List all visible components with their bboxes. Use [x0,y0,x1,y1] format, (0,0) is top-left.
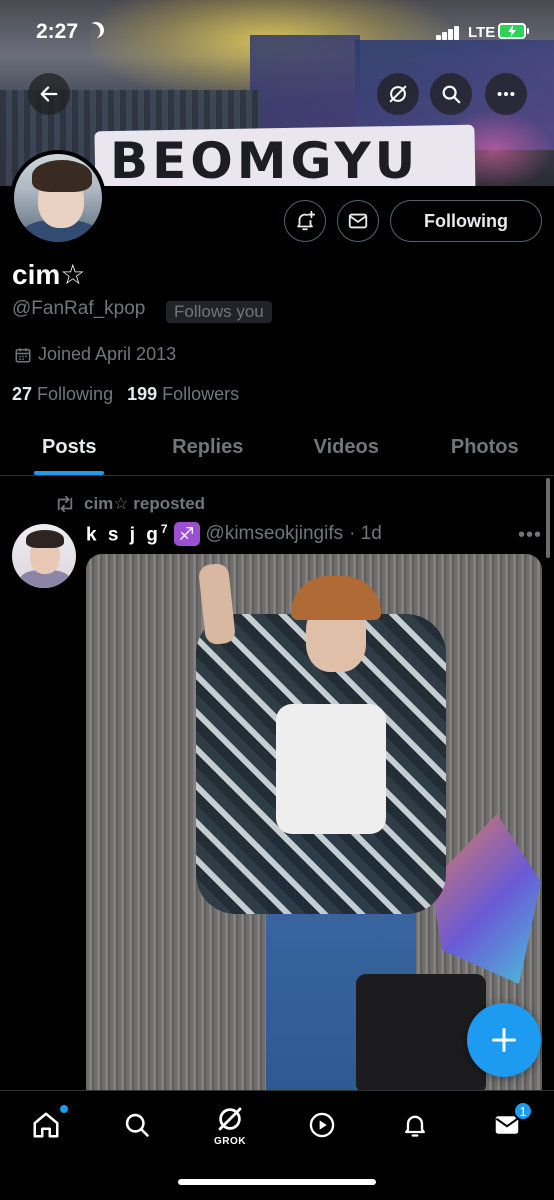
calendar-icon [15,347,31,362]
status-bar: 2:27 LTE [0,0,554,64]
nav-video[interactable] [292,1103,352,1147]
grok-button[interactable] [377,73,419,115]
play-icon [309,1112,335,1138]
profile-tabs: Posts Replies Videos Photos [0,420,554,476]
back-button[interactable] [28,73,70,115]
sagittarius-icon: ♐ [173,522,200,547]
arrow-left-icon [40,86,58,102]
post-author-name-sup: 7 [160,522,168,536]
display-name: cim☆ [12,259,86,290]
grok-icon [389,85,407,103]
repost-icon [57,495,73,513]
joined-date: Joined April 2013 [14,344,176,365]
following-count: 27 [12,384,33,404]
nav-messages[interactable]: 1 [477,1101,537,1147]
battery-icon [498,23,529,39]
notify-button[interactable] [284,200,326,242]
following-button[interactable]: Following [390,200,542,242]
nav-grok[interactable]: GROK [200,1103,260,1147]
mail-icon [348,213,368,229]
bell-plus-icon [297,210,316,231]
post-more-icon[interactable]: ••• [518,524,542,547]
followers-count-link[interactable]: 199 Followers [127,384,239,405]
post-time: · 1d [349,523,382,545]
home-icon [33,1112,59,1138]
tab-videos[interactable]: Videos [277,420,416,475]
more-icon [497,91,515,97]
profile-avatar[interactable] [10,150,106,246]
search-icon [125,1113,149,1137]
messages-badge: 1 [513,1101,533,1121]
tab-replies[interactable]: Replies [139,420,278,475]
search-button[interactable] [430,73,472,115]
followers-label: Followers [162,384,240,404]
post-author-name-text: k s j g [86,524,161,546]
tab-posts[interactable]: Posts [0,420,139,475]
home-indicator[interactable] [178,1179,376,1185]
post-author-name[interactable]: k s j g7 [86,522,168,546]
followers-count: 199 [127,384,158,404]
home-notification-dot [60,1105,68,1113]
more-button[interactable] [485,73,527,115]
bell-icon [405,1115,425,1137]
tab-photos[interactable]: Photos [416,420,554,475]
moon-icon [86,20,107,41]
joined-label: Joined April 2013 [38,344,177,364]
nav-notifications[interactable] [385,1103,445,1147]
plus-icon [491,1027,517,1053]
user-handle: @FanRaf_kpop [12,298,146,319]
post-author-avatar[interactable] [12,524,76,588]
status-time: 2:27 [36,20,79,43]
following-label: Following [37,384,114,404]
scrollbar[interactable] [546,478,550,558]
post-media-image[interactable] [86,554,542,1094]
network-label: LTE [468,24,496,41]
fan-sign-text: BEOMGYU [110,132,420,186]
signal-icon [436,24,462,40]
message-button[interactable] [337,200,379,242]
compose-button[interactable] [467,1003,541,1077]
nav-home[interactable] [16,1103,76,1147]
grok-icon [218,1107,242,1130]
follows-you-badge: Follows you [166,301,272,323]
nav-search[interactable] [107,1103,167,1147]
post-header: k s j g7 ♐ @kimseokjingifs · 1d [86,522,382,547]
repost-indicator: cim☆ reposted [54,494,205,514]
follow-counts: 27 Following 199 Followers [12,384,239,405]
grok-label: GROK [214,1135,246,1147]
post-author-handle[interactable]: @kimseokjingifs [206,523,344,545]
repost-label: cim☆ reposted [84,494,206,513]
search-icon [442,85,461,104]
following-count-link[interactable]: 27 Following [12,384,113,405]
